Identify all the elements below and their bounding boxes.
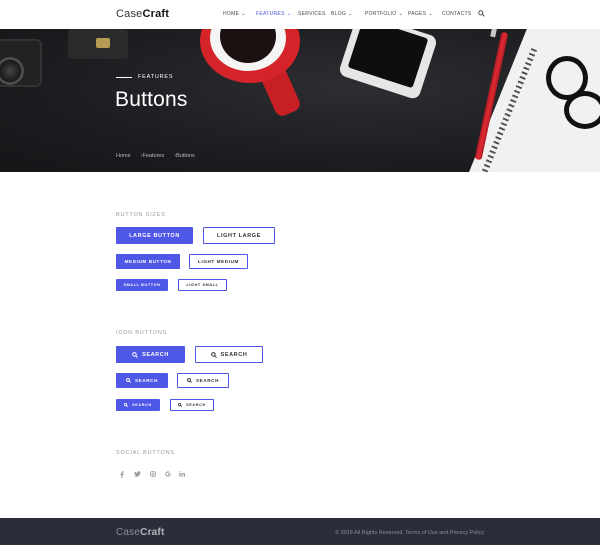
light-small-button[interactable]: LIGHT SMALL — [178, 279, 227, 291]
twitter-icon[interactable] — [134, 470, 141, 478]
nav-item-home[interactable]: HOME ⌄ — [223, 11, 246, 17]
nav-item-label: CONTACTS — [442, 11, 472, 17]
facebook-icon[interactable] — [119, 470, 125, 478]
large-button[interactable]: LARGE BUTTON — [116, 227, 193, 244]
search-icon — [124, 403, 129, 407]
light-large-button[interactable]: LIGHT LARGE — [203, 227, 275, 244]
section-label-icon-buttons: ICON BUTTONS — [116, 330, 168, 336]
breadcrumb-home[interactable]: Home — [116, 153, 131, 159]
footer-brand-light: Case — [116, 527, 141, 538]
search-button-large[interactable]: SEARCH — [116, 346, 185, 363]
section-label-button-sizes: BUTTON SIZES — [116, 212, 166, 218]
footer-copyright: © 2018 All Rights Reserved. Terms of Use… — [335, 530, 485, 536]
page-title: Buttons — [115, 88, 188, 111]
chevron-down-icon: ⌄ — [286, 11, 292, 17]
nav-item-portfolio[interactable]: PORTFOLIO ⌄ — [365, 11, 403, 17]
small-button[interactable]: SMALL BUTTON — [116, 279, 168, 291]
nav-item-label: SERVICES — [298, 11, 326, 17]
search-icon — [126, 378, 131, 383]
chevron-down-icon: ⌄ — [428, 11, 433, 17]
site-footer: CaseCraft © 2018 All Rights Reserved. Te… — [0, 518, 600, 545]
search-button-medium[interactable]: SEARCH — [116, 373, 168, 388]
nav-item-pages[interactable]: PAGES ⌄ — [408, 11, 433, 17]
search-button-light-medium[interactable]: SEARCH — [177, 373, 229, 388]
nav-item-label: HOME — [223, 11, 240, 17]
nav-item-label: PAGES — [408, 11, 427, 17]
nav-item-blog[interactable]: BLOG ⌄ — [331, 11, 353, 17]
search-button-label: SEARCH — [135, 378, 158, 383]
hero-eyebrow: FEATURES — [138, 74, 174, 80]
chevron-down-icon: ⌄ — [398, 11, 404, 17]
medium-button[interactable]: MEDIUM BUTTON — [116, 254, 180, 269]
nav-item-contacts[interactable]: CONTACTS — [442, 11, 472, 17]
google-icon[interactable] — [164, 470, 171, 478]
search-icon — [210, 351, 217, 358]
breadcrumb-features[interactable]: Features — [143, 153, 165, 159]
nav-item-label: BLOG — [331, 11, 347, 17]
light-medium-button[interactable]: LIGHT MEDIUM — [189, 254, 248, 269]
hero-photo-camera — [0, 39, 42, 87]
search-button-label: SEARCH — [220, 351, 248, 358]
nav-item-services[interactable]: SERVICES — [298, 11, 326, 17]
hero-eyebrow-line — [116, 77, 132, 78]
hero-photo-glasses-lens-2 — [564, 91, 600, 129]
breadcrumb-current: Buttons — [176, 153, 195, 159]
search-button-label: SEARCH — [186, 403, 206, 407]
nav-item-label: PORTFOLIO — [365, 11, 397, 17]
search-button-label: SEARCH — [196, 378, 219, 383]
footer-brand-bold: Craft — [140, 527, 165, 538]
linkedin-icon[interactable] — [178, 470, 185, 478]
search-button-light-large[interactable]: SEARCH — [195, 346, 263, 363]
hero-banner: FEATURES Buttons Home ›Features ›Buttons — [0, 29, 600, 172]
search-icon[interactable] — [478, 10, 485, 17]
instagram-icon[interactable] — [149, 470, 156, 478]
section-label-social-buttons: SOCIAL BUTTONS — [116, 450, 175, 456]
search-icon — [187, 378, 192, 383]
search-button-light-small[interactable]: SEARCH — [170, 399, 214, 411]
chevron-down-icon: ⌄ — [241, 11, 246, 17]
search-icon — [178, 403, 183, 407]
search-button-label: SEARCH — [142, 351, 169, 358]
nav-item-features[interactable]: FEATURES ⌄ — [256, 11, 291, 17]
hero-photo-camera-knob — [96, 38, 110, 48]
breadcrumb: Home ›Features ›Buttons — [116, 153, 195, 159]
search-button-label: SEARCH — [132, 403, 152, 407]
hero-photo-camera-lens — [0, 57, 24, 85]
main-nav: HOME ⌄ FEATURES ⌄ SERVICES BLOG ⌄ PORTFOLIO… — [0, 11, 600, 19]
footer-brand-logo[interactable]: CaseCraft — [116, 527, 165, 538]
search-button-small[interactable]: SEARCH — [116, 399, 160, 411]
search-icon — [132, 351, 138, 358]
nav-item-label: FEATURES — [256, 11, 285, 17]
top-navbar: CaseCraft HOME ⌄ FEATURES ⌄ SERVICES BLOG ⌄… — [0, 0, 600, 29]
chevron-down-icon: ⌄ — [348, 11, 353, 17]
